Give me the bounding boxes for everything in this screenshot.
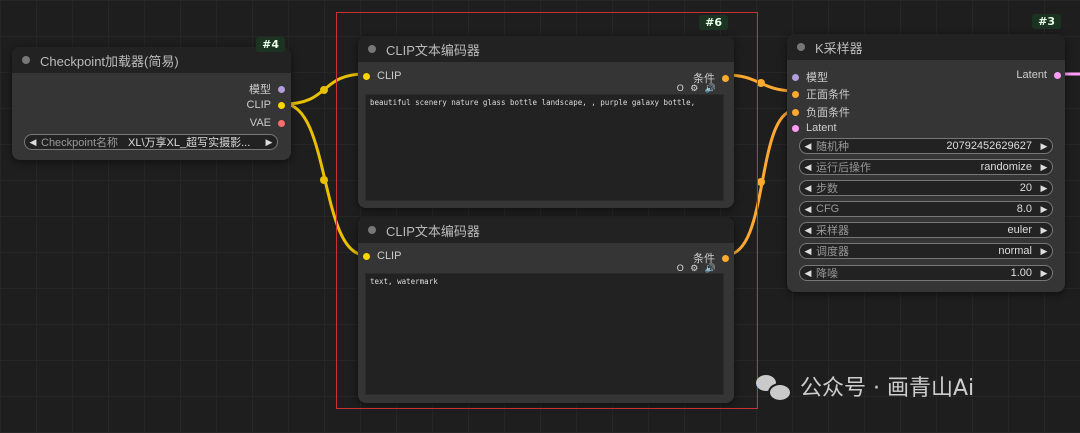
arrow-left-icon[interactable]: ◀ [800, 162, 816, 173]
collapse-dot-icon[interactable] [22, 56, 30, 64]
watermark: 公众号 · 画青山Ai [756, 370, 974, 402]
arrow-right-icon[interactable]: ▶ [1036, 268, 1052, 279]
arrow-left-icon[interactable]: ◀ [800, 204, 816, 215]
arrow-left-icon[interactable]: ◀ [800, 225, 816, 236]
link-midpoint [320, 176, 328, 184]
link-midpoint [320, 86, 328, 94]
wechat-logo-icon [756, 373, 792, 402]
widget-value: euler [1007, 224, 1032, 236]
widget-label: 步数 [816, 183, 838, 195]
arrow-right-icon[interactable]: ▶ [1036, 141, 1052, 152]
widget-value: normal [998, 245, 1032, 257]
widget-value: 8.0 [1016, 203, 1032, 215]
slot-label: 模型 [249, 84, 271, 96]
input-slot-model[interactable]: 模型 [792, 69, 828, 85]
cfg-widget[interactable]: ◀ CFG 8.0 ▶ [799, 201, 1053, 217]
slot-label: 正面条件 [806, 89, 850, 101]
scheduler-widget[interactable]: ◀ 调度器 normal ▶ [799, 243, 1053, 259]
slot-connector-icon[interactable] [278, 119, 285, 127]
widget-label: 降噪 [816, 268, 838, 280]
arrow-left-icon[interactable]: ◀ [800, 268, 816, 279]
slot-connector-icon[interactable] [278, 85, 285, 93]
slot-label: 负面条件 [806, 107, 850, 119]
slot-connector-icon[interactable] [278, 101, 285, 109]
input-slot-positive[interactable]: 正面条件 [792, 86, 850, 102]
widget-label: Checkpoint名称 [41, 137, 119, 149]
arrow-right-icon[interactable]: ▶ [1036, 204, 1052, 215]
arrow-left-icon[interactable]: ◀ [800, 141, 816, 152]
arrow-right-icon[interactable]: ▶ [1036, 162, 1052, 173]
widget-value: 20 [1019, 182, 1032, 194]
input-slot-negative[interactable]: 负面条件 [792, 104, 850, 120]
node-title: K采样器 [815, 40, 863, 56]
slot-connector-icon[interactable] [792, 73, 799, 81]
node-id-badge: #4 [256, 37, 285, 52]
output-slot-latent[interactable]: Latent [1016, 69, 1061, 81]
node-checkpoint-loader[interactable]: #4 Checkpoint加载器(简易) 模型 CLIP VAE ◀ Check… [12, 37, 291, 160]
sampler-widget[interactable]: ◀ 采样器 euler ▶ [799, 222, 1053, 238]
widget-label: 采样器 [816, 225, 849, 237]
arrow-left-icon[interactable]: ◀ [800, 246, 816, 257]
seed-widget[interactable]: ◀ 随机种 20792452629627 ▶ [799, 138, 1053, 154]
arrow-right-icon[interactable]: ▶ [1036, 183, 1052, 194]
widget-label: 调度器 [816, 246, 849, 258]
widget-label: 运行后操作 [816, 162, 871, 174]
slot-label: Latent [1016, 69, 1047, 81]
link-midpoint [757, 178, 765, 186]
slot-connector-icon[interactable] [792, 90, 799, 98]
widget-value: randomize [980, 161, 1032, 173]
input-slot-latent[interactable]: Latent [792, 122, 837, 134]
node-ksampler[interactable]: #3 K采样器 模型 正面条件 负面条件 Latent Latent ◀ 随机种… [787, 14, 1065, 292]
arrow-left-icon[interactable]: ◀ [800, 183, 816, 194]
watermark-text: 公众号 · 画青山Ai [800, 376, 975, 401]
link-midpoint [757, 79, 765, 87]
widget-value: 1.00 [1010, 267, 1032, 279]
node-title-bar[interactable]: Checkpoint加载器(简易) [12, 47, 291, 73]
arrow-left-icon[interactable]: ◀ [25, 137, 41, 148]
denoise-widget[interactable]: ◀ 降噪 1.00 ▶ [799, 265, 1053, 281]
slot-connector-icon[interactable] [792, 108, 799, 116]
output-slot-vae[interactable]: VAE [250, 117, 285, 129]
node-title-bar[interactable]: K采样器 [787, 34, 1065, 60]
widget-label: 随机种 [816, 141, 849, 153]
checkpoint-name-combo[interactable]: ◀ Checkpoint名称 XL\万享XL_超写实摄影... ▶ [24, 134, 278, 150]
node-id-badge: #3 [1032, 14, 1061, 29]
slot-label: VAE [249, 117, 271, 129]
control-after-generate-widget[interactable]: ◀ 运行后操作 randomize ▶ [799, 159, 1053, 175]
steps-widget[interactable]: ◀ 步数 20 ▶ [799, 180, 1053, 196]
slot-label: 模型 [806, 72, 828, 84]
slot-connector-icon[interactable] [792, 124, 799, 132]
widget-value: XL\万享XL_超写实摄影... [128, 137, 251, 149]
arrow-right-icon[interactable]: ▶ [1036, 246, 1052, 257]
slot-label: Latent [806, 122, 837, 134]
slot-label: CLIP [246, 99, 271, 111]
node-title: Checkpoint加载器(简易) [40, 53, 179, 69]
widget-value: 20792452629627 [946, 140, 1032, 152]
output-slot-clip[interactable]: CLIP [247, 99, 285, 111]
collapse-dot-icon[interactable] [797, 43, 805, 51]
selection-rectangle [336, 12, 758, 409]
output-slot-model[interactable]: 模型 [249, 81, 285, 97]
slot-connector-icon[interactable] [1054, 71, 1061, 79]
widget-label: CFG [816, 203, 840, 215]
arrow-right-icon[interactable]: ▶ [1036, 225, 1052, 236]
arrow-right-icon[interactable]: ▶ [261, 137, 277, 148]
